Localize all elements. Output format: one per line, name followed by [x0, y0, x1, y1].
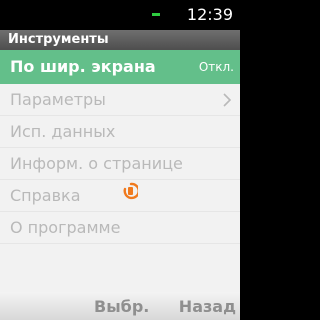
back-button[interactable]: Назад	[179, 296, 236, 318]
menu-item-label: Справка	[10, 186, 81, 205]
menu-item-fullscreen[interactable]: По шир. экрана Откл.	[0, 50, 240, 84]
menu-item-value: Откл.	[198, 60, 234, 74]
menu-item-label: О программе	[10, 218, 121, 237]
tools-menu: По шир. экрана Откл. Параметры Исп. данн…	[0, 50, 240, 244]
menu-item-label: По шир. экрана	[10, 57, 156, 76]
status-bar: 12:39	[0, 0, 240, 30]
chevron-right-icon	[223, 93, 232, 107]
tools-screen: Инструменты По шир. экрана Откл. Парамет…	[0, 30, 240, 292]
page-title: Инструменты	[0, 30, 240, 50]
signal-indicator-icon	[152, 13, 160, 16]
menu-item-help[interactable]: Справка	[0, 180, 240, 212]
menu-item-about[interactable]: О программе	[0, 212, 240, 244]
menu-item-label: Исп. данных	[10, 122, 116, 141]
select-button[interactable]: Выбр.	[94, 296, 149, 318]
menu-item-label: Параметры	[10, 90, 106, 109]
menu-item-page-info[interactable]: Информ. о странице	[0, 148, 240, 180]
loading-icon	[123, 182, 138, 200]
clock: 12:39	[186, 5, 233, 24]
menu-item-data-usage[interactable]: Исп. данных	[0, 116, 240, 148]
menu-item-settings[interactable]: Параметры	[0, 84, 240, 116]
menu-item-label: Информ. о странице	[10, 154, 183, 173]
softkey-bar: Выбр. Назад	[0, 292, 240, 320]
